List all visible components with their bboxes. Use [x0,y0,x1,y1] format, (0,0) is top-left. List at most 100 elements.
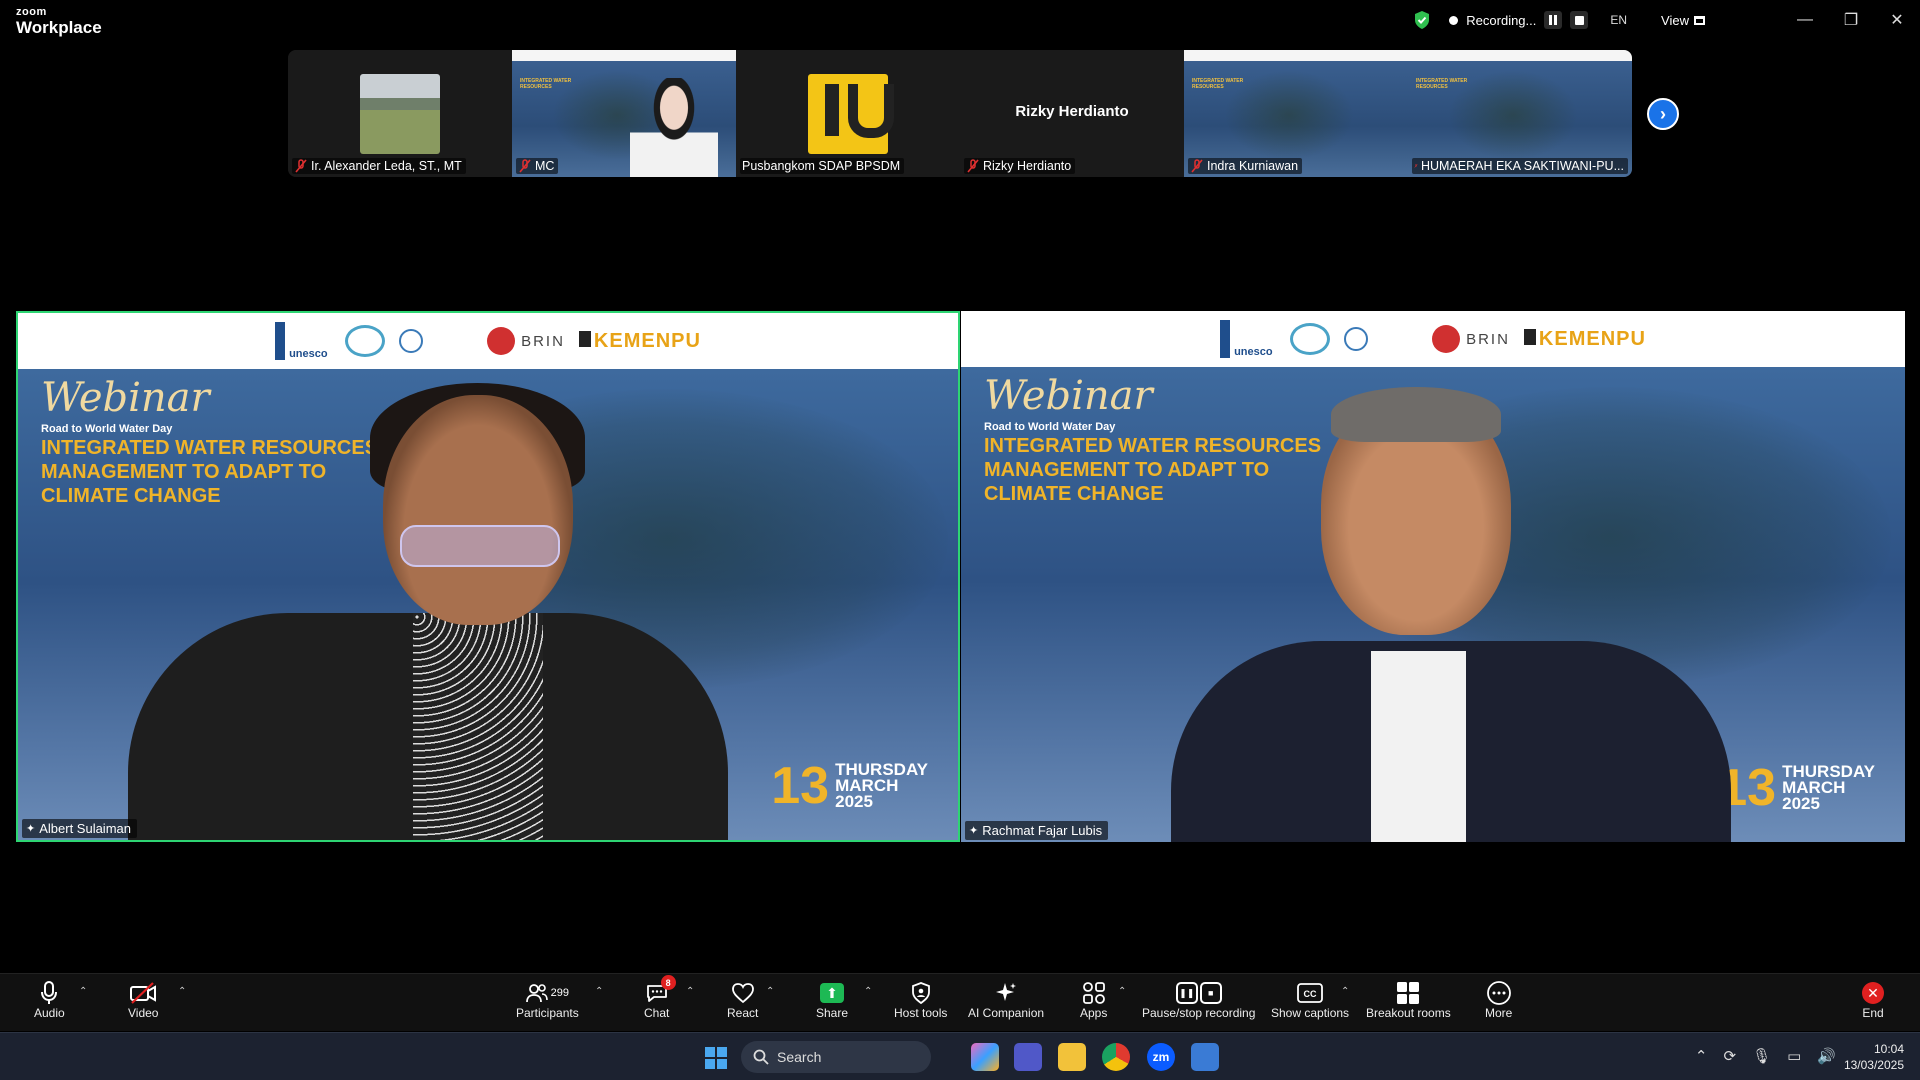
speaker-shirt [1371,651,1466,842]
windows-start-icon[interactable] [705,1047,727,1069]
participants-icon [525,984,548,1003]
unesco-logo: unesco [275,322,331,360]
video-button[interactable]: Video [128,980,158,1020]
kemenpu-text: KEMENPU [593,329,701,352]
clock-date: 13/03/2025 [1843,1058,1904,1072]
captions-options-caret-icon[interactable]: ⌃ [1341,986,1349,997]
pause-stop-recording-button[interactable]: ❚❚ ■ Pause/stop recording [1142,980,1255,1020]
anniversary-logo [345,325,386,357]
next-page-button[interactable]: › [1647,98,1679,130]
thumbnail-tile[interactable]: Pusbangkom SDAP BPSDM [736,50,960,177]
participants-options-caret-icon[interactable]: ⌃ [595,986,603,997]
apps-icon [1082,980,1106,1006]
apps-options-caret-icon[interactable]: ⌃ [1118,986,1126,997]
breakout-rooms-button[interactable]: Breakout rooms [1366,980,1451,1020]
taskbar-search[interactable]: Search [741,1041,931,1073]
share-label: Share [816,1006,849,1020]
participant-count: 299 [550,987,570,999]
show-hidden-icons-chevron-icon[interactable]: ⌃ [1695,1047,1708,1065]
participants-button[interactable]: 299 Participants [516,980,579,1020]
restore-button[interactable]: ❐ [1828,0,1874,40]
copilot-app-icon[interactable] [971,1043,999,1071]
audio-options-caret-icon[interactable]: ⌃ [79,986,87,997]
thumbnail-name-label: Pusbangkom SDAP BPSDM [740,158,905,174]
network-icon[interactable]: ▭ [1787,1047,1801,1065]
chat-button[interactable]: 8 Chat [644,975,676,1020]
microphone-icon [40,980,58,1006]
thumbnail-tile[interactable]: Ir. Alexander Leda, ST., MT [288,50,512,177]
zoom-app-icon[interactable]: zm [1147,1043,1175,1071]
thumbnail-name-label: Rizky Herdianto [964,158,1076,174]
chat-unread-badge: 8 [660,975,676,990]
share-button[interactable]: ⬆ Share [816,980,848,1020]
recording-dot-icon [1449,15,1459,25]
ai-companion-label: AI Companion [968,1006,1045,1020]
thumbnail-tile[interactable]: INTEGRATED WATER RESOURCES HUMAERAH EKA … [1408,50,1632,177]
close-window-button[interactable]: ✕ [1874,0,1920,40]
chat-icon-wrap: 8 [646,975,676,1006]
thumbnail-name-label: HUMAERAH EKA SAKTIWANI-PU... [1412,158,1628,174]
react-options-caret-icon[interactable]: ⌃ [766,986,774,997]
slide-title-block: Webinar Road to World Water Day INTEGRAT… [984,373,1364,505]
language-button[interactable]: EN [1610,13,1627,27]
mic-muted-icon [1191,159,1203,173]
video-name-label: ✦ Albert Sulaiman [22,819,137,838]
kemenpu-emblem-icon [1523,328,1536,345]
slide-title-block: Webinar Road to World Water Day INTEGRAT… [41,375,421,507]
recording-label: Recording... [1466,12,1537,28]
thumbnail-tile[interactable]: INTEGRATED WATER RESOURCES Indra Kurniaw… [1184,50,1408,177]
brin-text: BRIN [521,332,565,350]
end-x-icon: ✕ [1862,982,1884,1004]
video-tile-active-speaker[interactable]: unesco BRIN KEMENPU Webinar Road to Worl… [16,311,960,842]
thumbnail-tile[interactable]: INTEGRATED WATER RESOURCES MC [512,50,736,177]
chrome-app-icon[interactable] [1102,1043,1130,1071]
react-button[interactable]: React [727,980,758,1020]
thumbnail-name: MC [535,159,555,173]
clock-time: 10:04 [1873,1042,1904,1056]
kemenpu-text: KEMENPU [1538,327,1646,350]
minimize-button[interactable]: — [1782,0,1828,40]
mini-slide-headline: INTEGRATED WATER RESOURCES [1192,78,1244,90]
share-screen-icon: ⬆ [820,983,845,1003]
end-meeting-button[interactable]: ✕ End [1862,980,1884,1020]
file-explorer-icon[interactable] [1058,1043,1086,1071]
wmo-emblem-icon [1344,327,1369,351]
volume-icon[interactable]: 🔊 [1817,1047,1836,1065]
sync-icon[interactable]: ⟳ [1724,1047,1737,1065]
share-options-caret-icon[interactable]: ⌃ [864,986,872,997]
video-options-caret-icon[interactable]: ⌃ [178,986,186,997]
chat-options-caret-icon[interactable]: ⌃ [686,986,694,997]
brin-text: BRIN [1466,330,1510,348]
date-line: 2025 [835,792,873,811]
thumbnail-tile[interactable]: Rizky Herdianto Rizky Herdianto [960,50,1184,177]
brin-emblem-icon [487,327,516,355]
headline-line: INTEGRATED WATER RESOURCES [41,437,379,459]
apps-button[interactable]: Apps [1080,980,1107,1020]
taskbar-clock[interactable]: 10:04 13/03/2025 [1844,1041,1904,1073]
mic-muted-icon [519,159,531,173]
thumbnail-name-label: Ir. Alexander Leda, ST., MT [292,158,466,174]
slide-logo-banner: unesco BRIN KEMENPU [961,311,1905,367]
pin-icon: ✦ [26,823,36,835]
view-button[interactable]: View [1661,13,1705,28]
thumbnail-name: HUMAERAH EKA SAKTIWANI-PU... [1420,159,1624,173]
thumbnail-name: Indra Kurniawan [1207,159,1299,173]
thumbnail-name-label: MC [516,158,559,174]
video-tile[interactable]: unesco BRIN KEMENPU Webinar Road to Worl… [961,311,1905,842]
audio-button[interactable]: Audio [34,980,65,1020]
svg-text:CC: CC [1304,989,1317,999]
host-tools-button[interactable]: Host tools [894,980,947,1020]
teams-app-icon[interactable] [1014,1043,1042,1071]
microphone-tray-icon[interactable]: 🎙 [1752,1047,1771,1065]
heart-icon [731,980,755,1006]
ai-companion-button[interactable]: AI Companion [968,980,1044,1020]
pu-logo-avatar [808,74,894,154]
show-captions-button[interactable]: CC Show captions [1271,980,1349,1020]
end-label: End [1862,1006,1884,1020]
notepad-app-icon[interactable] [1191,1043,1219,1071]
more-button[interactable]: More [1485,980,1512,1020]
stop-recording-button[interactable] [1570,11,1589,29]
pause-recording-button[interactable] [1544,11,1563,29]
window-controls: — ❐ ✕ [1782,0,1920,40]
meeting-toolbar: Audio ⌃ Video ⌃ 299 Participants ⌃ 8 Cha… [0,973,1920,1031]
